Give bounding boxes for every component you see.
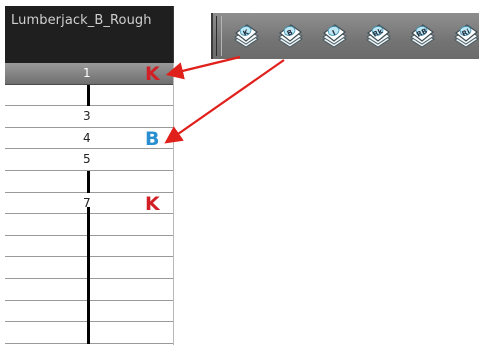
key-drawing-icon: K <box>234 24 259 48</box>
layer-column-header[interactable]: Lumberjack_B_Rough <box>5 6 174 63</box>
frame-row[interactable]: 3 <box>5 106 173 128</box>
toolbar-grip-handle[interactable] <box>216 16 222 56</box>
retake-breakdown-icon: RB <box>410 24 435 48</box>
key-drawing-marker: K <box>145 63 160 85</box>
frame-number: 1 <box>83 66 91 80</box>
xsheet-column[interactable]: 1K34B57K <box>5 63 174 345</box>
inbetween-drawing-icon: I <box>322 24 347 48</box>
frame-row[interactable]: 5 <box>5 149 173 171</box>
frame-number: 5 <box>83 152 91 167</box>
layer-name: Lumberjack_B_Rough <box>11 13 152 28</box>
retake-inbetween-icon: Ri <box>454 24 479 48</box>
mark-as-retake-breakdown-button[interactable]: RB <box>407 21 437 51</box>
breakdown-drawing-icon: B <box>278 24 303 48</box>
mark-drawing-toolbar: K B I Rk RB Ri <box>211 13 479 59</box>
mark-as-key-drawing-button[interactable]: K <box>231 21 261 51</box>
frame-number: 4 <box>83 130 91 145</box>
exposure-hold-line <box>87 84 90 107</box>
arrow-breakdown-annotation <box>164 59 285 144</box>
breakdown-drawing-marker: B <box>145 127 160 150</box>
mark-as-retake-button[interactable]: Rk <box>363 21 393 51</box>
exposure-hold-line <box>87 171 90 193</box>
frame-number: 3 <box>83 109 91 124</box>
retake-drawing-icon: Rk <box>366 24 391 48</box>
frame-row[interactable]: 4B <box>5 128 173 150</box>
exposure-hold-line <box>87 206 90 344</box>
key-drawing-marker: K <box>145 192 160 215</box>
mark-as-breakdown-drawing-button[interactable]: B <box>275 21 305 51</box>
mark-as-inbetween-drawing-button[interactable]: I <box>319 21 349 51</box>
arrow-key-annotation <box>165 55 241 80</box>
frame-row[interactable]: 1K <box>5 63 173 85</box>
mark-as-retake-inbetween-button[interactable]: Ri <box>451 21 479 51</box>
